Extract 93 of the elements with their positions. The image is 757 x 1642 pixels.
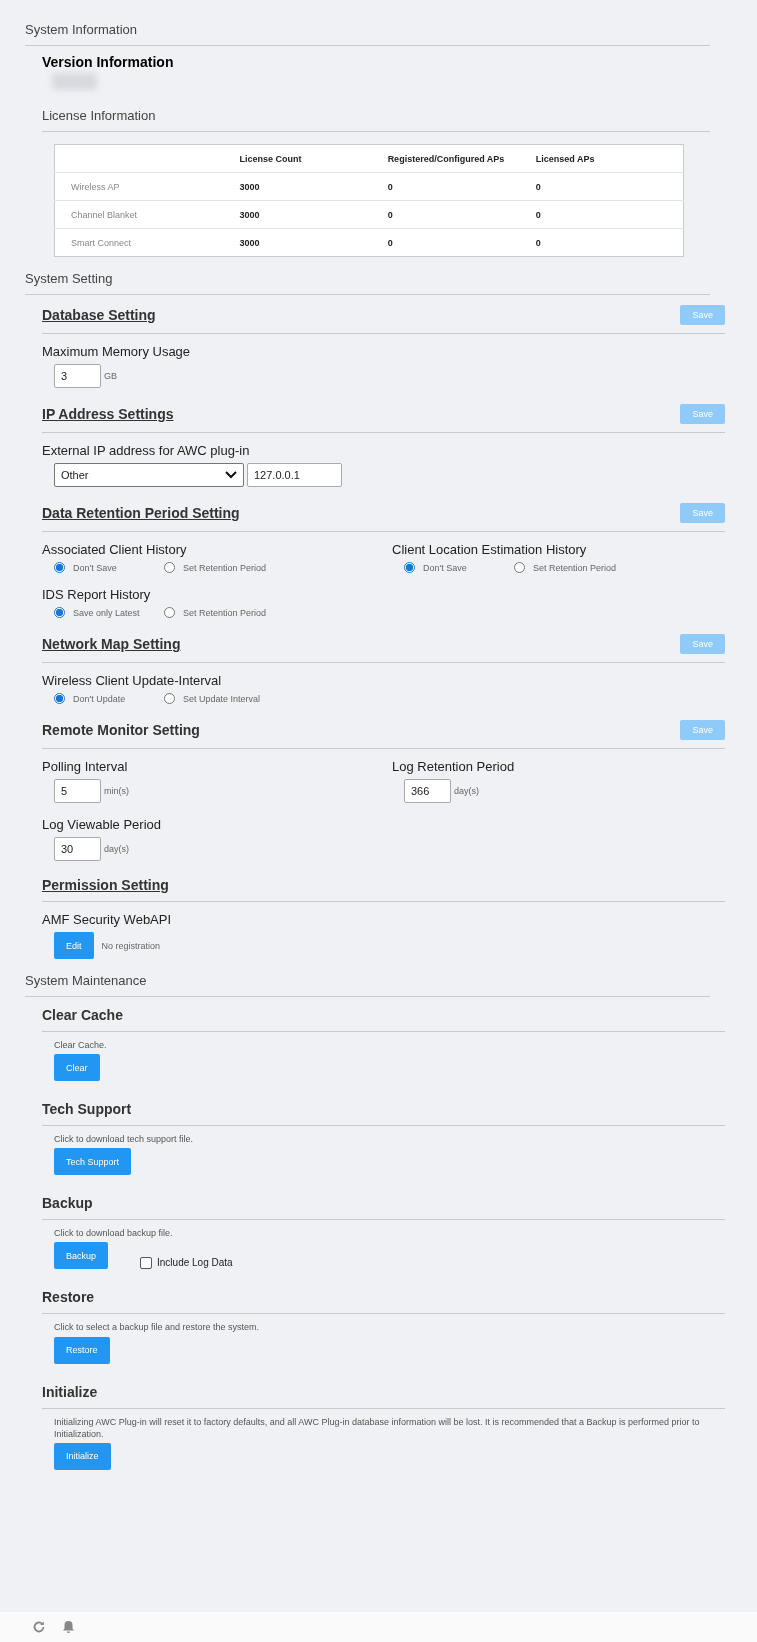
checkbox-option[interactable]: Include Log Data — [140, 1256, 233, 1269]
radio-option[interactable]: Set Retention Period — [514, 562, 624, 573]
field-label: Log Retention Period — [392, 759, 516, 774]
edit-button[interactable]: Edit — [54, 932, 94, 959]
table-cell: 3000 — [239, 181, 260, 192]
table-cell: 0 — [387, 237, 393, 248]
description: Initializing AWC Plug-in will reset it to factory defaults, and all AWC Plug-in database information will be lost. It is recommended that a Backup is performed prior to Initialization. — [54, 1415, 701, 1440]
description: Clear Cache. — [54, 1039, 108, 1052]
radio-label: Don't Update — [73, 693, 126, 704]
action-button[interactable]: Initialize — [54, 1442, 111, 1470]
radio-label: Set Retention Period — [183, 562, 267, 573]
section-title: System Maintenance — [25, 973, 710, 997]
maintenance-title: Backup — [42, 1193, 725, 1221]
setting-title: IP Address Settings — [42, 406, 174, 422]
version-title: Version Information — [42, 54, 175, 70]
radio-button[interactable] — [54, 562, 65, 573]
radio-label: Set Retention Period — [533, 562, 617, 573]
field-label: IDS Report History — [42, 587, 152, 602]
table-cell: 0 — [387, 209, 393, 220]
radio-button[interactable] — [164, 693, 175, 704]
row-label: Smart Connect — [71, 237, 132, 248]
setting-title: Data Retention Period Setting — [42, 505, 240, 521]
radio-label: Set Update Interval — [183, 693, 261, 704]
unit-label: day(s) — [454, 786, 479, 796]
maintenance-title: Tech Support — [42, 1099, 725, 1127]
radio-option[interactable]: Set Update Interval — [164, 693, 274, 704]
refresh-icon[interactable] — [32, 1620, 46, 1634]
subsection-title: License Information — [42, 108, 710, 132]
radio-button[interactable] — [164, 607, 175, 618]
description: Click to download backup file. — [54, 1227, 174, 1240]
maintenance-title: Restore — [42, 1287, 725, 1315]
section-title: System Information — [25, 22, 710, 46]
table-cell: 3000 — [239, 209, 260, 220]
input-field[interactable]: 5 — [54, 779, 101, 803]
radio-button[interactable] — [404, 562, 415, 573]
input-field[interactable]: 30 — [54, 837, 101, 861]
table-cell: 0 — [535, 209, 541, 220]
column-header: Registered/Configured APs — [387, 153, 505, 164]
field-label: Associated Client History — [42, 542, 188, 557]
radio-button[interactable] — [164, 562, 175, 573]
unit-label: GB — [104, 371, 117, 381]
radio-option[interactable]: Don't Save — [54, 562, 164, 573]
table-cell: 0 — [535, 181, 541, 192]
column-header: License Count — [239, 153, 302, 164]
radio-option[interactable]: Don't Save — [404, 562, 514, 573]
unit-label: min(s) — [104, 786, 129, 796]
setting-title: Database Setting — [42, 307, 156, 323]
table-cell: 0 — [387, 181, 393, 192]
setting-title: Network Map Setting — [42, 636, 181, 652]
radio-option[interactable]: Don't Update — [54, 693, 164, 704]
status-text: No registration — [101, 940, 161, 951]
row-label: Channel Blanket — [71, 209, 138, 220]
field-label: Maximum Memory Usage — [42, 344, 192, 359]
description: Click to download tech support file. — [54, 1133, 195, 1146]
radio-option[interactable]: Set Retention Period — [164, 607, 274, 618]
checkbox-label: Include Log Data — [157, 1257, 233, 1269]
radio-option[interactable]: Set Retention Period — [164, 562, 274, 573]
field-label: External IP address for AWC plug-in — [42, 443, 251, 458]
radio-label: Set Retention Period — [183, 607, 267, 618]
maintenance-title: Initialize — [42, 1381, 725, 1409]
setting-title: Remote Monitor Setting — [42, 722, 200, 738]
row-label: Wireless AP — [71, 181, 120, 192]
field-label: Log Viewable Period — [42, 817, 162, 832]
setting-title: Permission Setting — [42, 877, 169, 893]
radio-label: Don't Save — [73, 562, 117, 573]
dropdown[interactable]: Other — [54, 463, 244, 487]
radio-button[interactable] — [54, 607, 65, 618]
unit-label: day(s) — [104, 844, 129, 854]
field-label: Polling Interval — [42, 759, 129, 774]
chevron-down-icon — [225, 471, 237, 479]
checkbox[interactable] — [140, 1256, 153, 1269]
action-button[interactable]: Clear — [54, 1054, 100, 1082]
table-cell: 3000 — [239, 237, 260, 248]
action-button[interactable]: Backup — [54, 1242, 109, 1270]
field-label: Wireless Client Update-Interval — [42, 673, 223, 688]
field-label: Client Location Estimation History — [392, 542, 588, 557]
section-title: System Setting — [25, 271, 710, 295]
input-field[interactable]: 3 — [54, 364, 101, 388]
radio-button[interactable] — [54, 693, 65, 704]
input-field[interactable]: 127.0.0.1 — [247, 463, 342, 487]
radio-label: Save only Latest — [73, 607, 140, 618]
column-header: Licensed APs — [535, 153, 595, 164]
field-label: AMF Security WebAPI — [42, 912, 173, 927]
description: Click to select a backup file and restore the system. — [54, 1321, 261, 1334]
input-field[interactable]: 366 — [404, 779, 451, 803]
radio-button[interactable] — [514, 562, 525, 573]
radio-option[interactable]: Save only Latest — [54, 607, 164, 618]
maintenance-title: Clear Cache — [42, 1005, 725, 1032]
action-button[interactable]: Tech Support — [54, 1148, 132, 1176]
radio-label: Don't Save — [423, 562, 467, 573]
table-cell: 0 — [535, 237, 541, 248]
action-button[interactable]: Restore — [54, 1336, 110, 1364]
bell-icon[interactable] — [62, 1620, 75, 1634]
